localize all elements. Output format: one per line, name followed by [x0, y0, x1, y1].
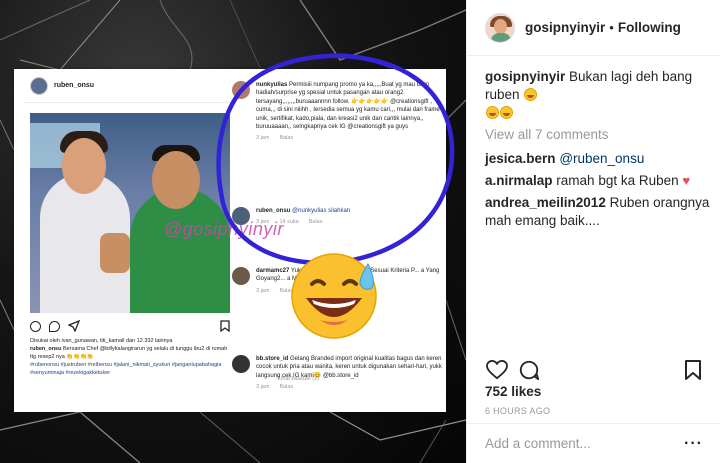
- post-timestamp: 6 HOURS AGO: [485, 406, 551, 416]
- inner-avatar: [30, 76, 48, 95]
- inner-bookmark-icon: [220, 320, 230, 332]
- avatar[interactable]: [485, 12, 515, 43]
- header-username[interactable]: gosipnyinyir: [525, 20, 605, 35]
- inner-comment: bb.store_id Gelang Branded import origin…: [232, 355, 442, 392]
- inner-comment-avatar: [232, 355, 250, 373]
- post-actions: [485, 357, 705, 383]
- thumbs-up: [100, 233, 130, 273]
- comment-user[interactable]: a.nirmalap: [485, 173, 553, 188]
- chef-face: [62, 138, 106, 194]
- caption-user[interactable]: gosipnyinyir: [485, 69, 565, 84]
- inner-comment-user: bb.store_id: [256, 356, 289, 362]
- inner-heart-icon: [30, 320, 41, 332]
- comment-item: a.nirmalap ramah bgt ka Ruben ♥: [485, 172, 715, 190]
- inner-comment-time: 3 jam: [256, 287, 270, 294]
- comment-mention[interactable]: @ruben_onsu: [559, 151, 644, 166]
- grinning-sweat-emoji: [291, 253, 377, 339]
- heart-eyes-emoji: [524, 88, 538, 101]
- comment-item: jesica.bern @ruben_onsu: [485, 150, 715, 168]
- comment-item: andrea_meilin2012 Ruben orangnya mah ema…: [485, 194, 715, 230]
- heart-eyes-emoji: [500, 106, 513, 119]
- add-comment-row: ···: [467, 423, 720, 463]
- inner-comment-reply: Balas: [279, 384, 294, 391]
- inner-share-icon: [68, 320, 80, 332]
- post-header: gosipnyinyir • Following: [467, 0, 720, 56]
- likes-count[interactable]: 752 likes: [485, 384, 541, 399]
- heart-icon[interactable]: [485, 358, 509, 382]
- inner-caption-user: ruben_onsu: [30, 346, 62, 352]
- comment-text: ramah bgt ka Ruben: [556, 173, 679, 188]
- comment-user[interactable]: jesica.bern: [485, 151, 556, 166]
- inner-hashtags: #rubenonsu #justruben #relbensu #jalani_…: [30, 362, 222, 376]
- caption: gosipnyinyir Bukan lagi deh bang ruben: [485, 68, 715, 122]
- add-comment-input[interactable]: [485, 436, 685, 451]
- view-all-comments-link[interactable]: View all 7 comments: [485, 126, 715, 144]
- comment-user[interactable]: andrea_meilin2012: [485, 195, 606, 210]
- highlight-circle: [216, 53, 455, 266]
- post-image[interactable]: ruben_onsu Disukai oleh ivan_gunawan, ti…: [0, 0, 466, 463]
- inner-username: ruben_onsu: [54, 82, 95, 89]
- comment-icon[interactable]: [517, 358, 541, 382]
- host-face: [152, 151, 200, 209]
- following-button[interactable]: Following: [618, 20, 681, 35]
- inner-comment-icon: [49, 320, 60, 332]
- more-options-icon[interactable]: ···: [684, 435, 703, 453]
- heart-eyes-emoji: [486, 106, 499, 119]
- inner-actions: [30, 319, 230, 333]
- inner-caption: Disukai oleh ivan_gunawan, titi_kamall d…: [30, 337, 230, 377]
- post-sidebar: gosipnyinyir • Following gosipnyinyir Bu…: [466, 0, 720, 463]
- inner-liked-by: Disukai oleh ivan_gunawan, titi_kamall d…: [30, 338, 173, 344]
- header-separator: •: [609, 20, 614, 35]
- comment-list: gosipnyinyir Bukan lagi deh bang ruben V…: [485, 68, 715, 234]
- bookmark-icon[interactable]: [681, 358, 705, 382]
- red-heart-emoji: ♥: [682, 173, 691, 188]
- inner-comment-time: 3 jam: [256, 384, 270, 391]
